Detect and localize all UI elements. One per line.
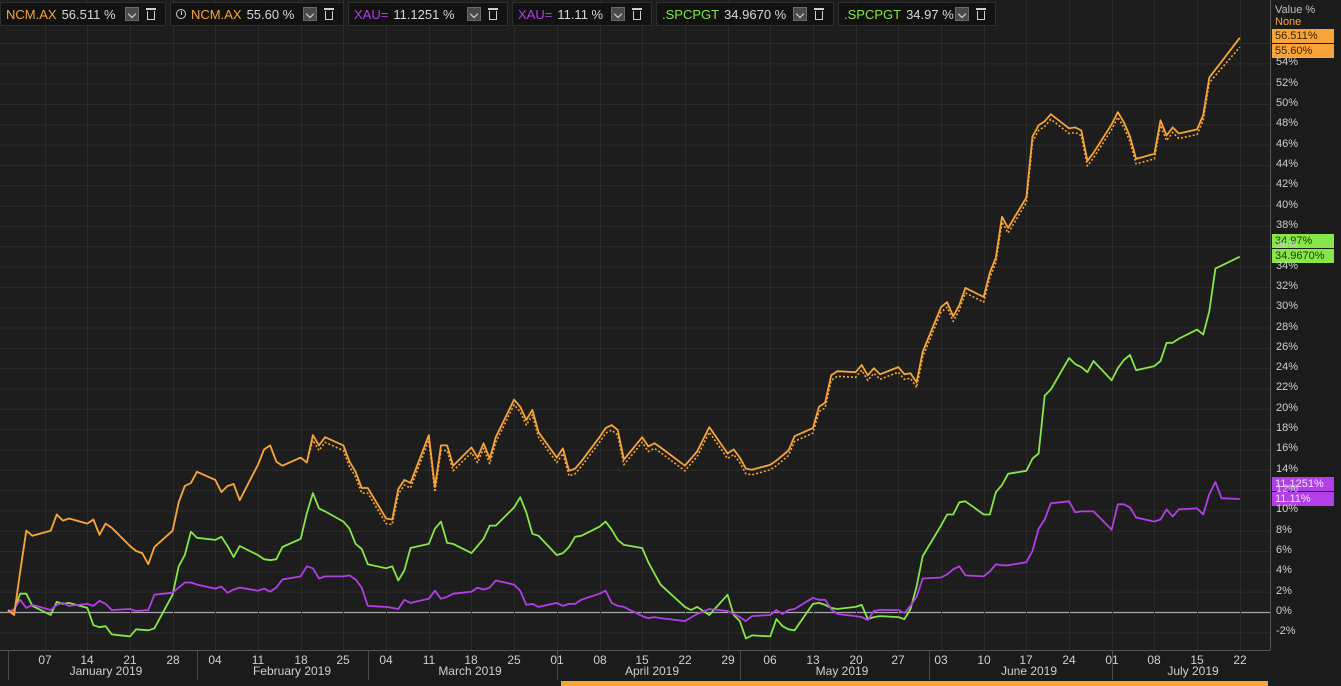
x-tick-label: 03 <box>934 653 948 667</box>
y-tick-label: 28% <box>1276 320 1299 333</box>
y-tick-label: 24% <box>1276 361 1299 374</box>
clock-icon <box>176 9 186 19</box>
legend-item-0[interactable]: NCM.AX 56.511 % <box>0 2 166 26</box>
y-tick-label: 44% <box>1276 157 1299 170</box>
legend-value: 55.60 % <box>246 6 295 22</box>
y-tick-label: 46% <box>1276 137 1299 150</box>
y-tick-label: 4% <box>1276 564 1292 577</box>
trash-icon[interactable] <box>632 8 642 20</box>
legend-item-2[interactable]: XAU= 11.1251 % <box>348 2 508 26</box>
x-tick-label: 08 <box>1147 653 1161 667</box>
y-tick-label: 20% <box>1276 401 1299 414</box>
price-comparison-chart[interactable] <box>0 0 1341 686</box>
value-axis-title: Value % <box>1275 4 1316 16</box>
y-tick-label: 16% <box>1276 442 1299 455</box>
x-tick-label: 25 <box>336 653 350 667</box>
y-tick-label: 12% <box>1276 483 1299 496</box>
x-tick-label: 01 <box>1105 653 1119 667</box>
x-tick-label: 08 <box>593 653 607 667</box>
month-label: January 2019 <box>69 664 143 678</box>
legend-symbol: .SPCPGT <box>662 6 720 22</box>
y-tick-label: 50% <box>1276 97 1299 109</box>
y-tick-label: 36% <box>1276 239 1299 252</box>
legend-symbol: XAU= <box>354 6 389 22</box>
last-value-tag: 56.511% <box>1272 29 1334 43</box>
y-tick-label: 52% <box>1276 76 1299 89</box>
y-tick-label: 42% <box>1276 178 1299 191</box>
x-tick-label: 04 <box>208 653 222 667</box>
month-label: April 2019 <box>624 664 680 678</box>
x-tick-label: 25 <box>507 653 521 667</box>
y-tick-label: 54% <box>1276 56 1299 69</box>
x-tick-label: 10 <box>977 653 991 667</box>
chevron-down-icon[interactable] <box>303 7 317 21</box>
y-tick-label: 34% <box>1276 259 1299 272</box>
y-tick-label: 48% <box>1276 117 1299 130</box>
legend-value: 56.511 % <box>61 6 116 22</box>
chevron-down-icon[interactable] <box>467 7 481 21</box>
value-axis-mode[interactable]: None <box>1275 16 1301 28</box>
x-tick-label: 28 <box>166 653 180 667</box>
month-label: February 2019 <box>252 664 332 678</box>
y-tick-label: -2% <box>1276 625 1296 638</box>
x-tick-label: 06 <box>763 653 777 667</box>
month-label: March 2019 <box>438 664 502 678</box>
legend-item-5[interactable]: .SPCPGT 34.97 % <box>838 2 996 26</box>
x-tick-label: 01 <box>550 653 564 667</box>
legend-symbol: NCM.AX <box>191 6 242 22</box>
x-tick-label: 29 <box>721 653 735 667</box>
time-scroll-indicator[interactable] <box>561 681 1268 686</box>
chevron-down-icon[interactable] <box>125 7 139 21</box>
x-tick-label: 07 <box>38 653 52 667</box>
chevron-down-icon[interactable] <box>955 7 969 21</box>
y-tick-label: 38% <box>1276 218 1299 231</box>
plot-background <box>0 0 1270 650</box>
x-tick-label: 11 <box>422 653 436 667</box>
chevron-down-icon[interactable] <box>793 7 807 21</box>
month-label: June 2019 <box>1000 664 1058 678</box>
legend-value: 34.9670 % <box>724 6 787 22</box>
trash-icon[interactable] <box>324 8 334 20</box>
month-label: May 2019 <box>815 664 869 678</box>
y-tick-label: 22% <box>1276 381 1299 394</box>
y-tick-label: 10% <box>1276 503 1299 516</box>
x-tick-label: 22 <box>1233 653 1247 667</box>
y-tick-label: 26% <box>1276 340 1299 353</box>
y-tick-label: 40% <box>1276 198 1299 211</box>
legend-item-1[interactable]: NCM.AX 55.60 % <box>170 2 344 26</box>
y-tick-label: 0% <box>1276 605 1292 617</box>
legend-bar: NCM.AX 56.511 % NCM.AX 55.60 % XAU= 11.1251 %… <box>0 0 1270 28</box>
trash-icon[interactable] <box>488 8 498 20</box>
x-tick-label: 24 <box>1062 653 1076 667</box>
x-tick-label: 27 <box>891 653 905 667</box>
y-tick-label: 8% <box>1276 523 1292 536</box>
y-tick-label: 2% <box>1276 584 1292 597</box>
y-tick-label: 32% <box>1276 279 1299 292</box>
legend-item-4[interactable]: .SPCPGT 34.9670 % <box>656 2 834 26</box>
x-tick-label: 04 <box>379 653 393 667</box>
legend-value: 11.1251 % <box>393 6 455 22</box>
y-tick-label: 14% <box>1276 462 1299 475</box>
y-tick-label: 6% <box>1276 544 1292 557</box>
legend-symbol: XAU= <box>518 6 553 22</box>
trash-icon[interactable] <box>814 8 824 20</box>
trash-icon[interactable] <box>976 8 986 20</box>
legend-symbol: .SPCPGT <box>844 6 902 22</box>
x-tick-label: 22 <box>678 653 692 667</box>
legend-item-3[interactable]: XAU= 11.11 % <box>512 2 652 26</box>
legend-value: 34.97 % <box>906 6 954 22</box>
month-label: July 2019 <box>1167 664 1219 678</box>
legend-value: 11.11 % <box>557 6 604 22</box>
y-tick-label: 18% <box>1276 422 1299 435</box>
chevron-down-icon[interactable] <box>611 7 625 21</box>
trash-icon[interactable] <box>146 8 156 20</box>
legend-symbol: NCM.AX <box>6 6 57 22</box>
y-tick-label: 30% <box>1276 300 1299 313</box>
